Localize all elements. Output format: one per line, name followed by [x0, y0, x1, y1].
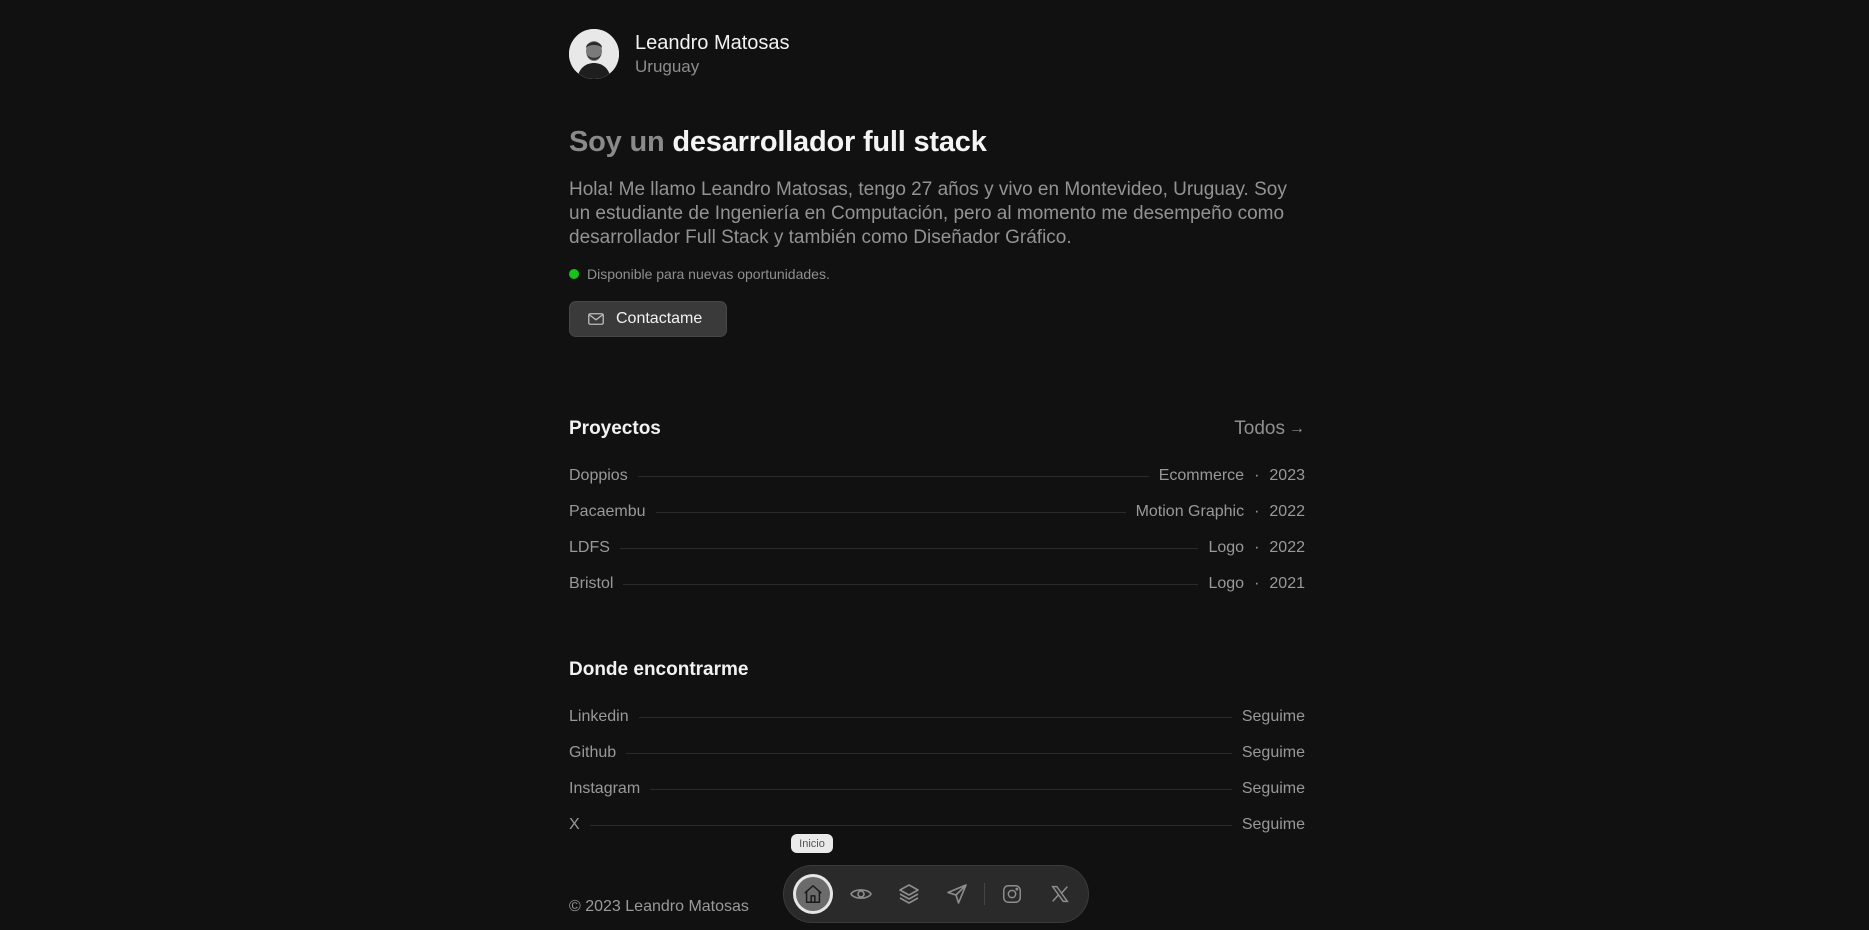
- projects-all-label: Todos: [1234, 418, 1285, 439]
- project-name: Bristol: [569, 575, 614, 592]
- availability-text: Disponible para nuevas oportunidades.: [587, 266, 830, 282]
- dock-nav: [783, 865, 1089, 923]
- divider-line: [626, 752, 1232, 754]
- availability-status: Disponible para nuevas oportunidades.: [569, 266, 830, 282]
- project-row[interactable]: LDFS Logo · 2022: [569, 537, 1305, 559]
- send-icon: [945, 882, 969, 906]
- dock-tooltip: Inicio: [791, 834, 833, 853]
- dock-send-button[interactable]: [937, 874, 977, 914]
- divider-line: [619, 547, 1199, 549]
- follow-link[interactable]: Seguime: [1242, 744, 1305, 762]
- divider-line: [638, 716, 1232, 718]
- projects-all-link[interactable]: Todos →: [1234, 418, 1305, 440]
- divider-line: [637, 475, 1149, 477]
- headline: Soy un desarrollador full stack: [569, 126, 987, 159]
- project-name: LDFS: [569, 539, 610, 556]
- layers-icon: [897, 882, 921, 906]
- social-row-linkedin[interactable]: Linkedin Seguime: [569, 706, 1305, 728]
- divider-line: [650, 788, 1232, 790]
- dock-instagram-button[interactable]: [992, 874, 1032, 914]
- home-icon: [802, 883, 824, 905]
- contact-button-label: Contactame: [616, 310, 703, 327]
- headline-muted: Soy un: [569, 126, 665, 158]
- profile-name: Leandro Matosas: [635, 31, 790, 54]
- instagram-icon: [1001, 883, 1023, 905]
- follow-link[interactable]: Seguime: [1242, 708, 1305, 726]
- project-name: Doppios: [569, 467, 628, 484]
- projects-title: Proyectos: [569, 418, 661, 439]
- contact-button[interactable]: Contactame: [569, 301, 727, 337]
- social-row-github[interactable]: Github Seguime: [569, 742, 1305, 764]
- dock-layers-button[interactable]: [889, 874, 929, 914]
- dock-divider: [984, 883, 985, 905]
- divider-line: [589, 824, 1232, 826]
- mail-icon: [588, 313, 604, 325]
- status-dot-icon: [569, 269, 579, 279]
- dock-home-button[interactable]: [793, 874, 833, 914]
- project-year: 2021: [1269, 575, 1305, 592]
- divider-line: [623, 583, 1199, 585]
- x-icon: [1049, 883, 1071, 905]
- project-category: Ecommerce: [1158, 467, 1245, 484]
- social-row-x[interactable]: X Seguime: [569, 814, 1305, 836]
- avatar: [569, 29, 619, 79]
- social-name: Github: [569, 744, 617, 761]
- project-year: 2023: [1269, 467, 1305, 484]
- divider-line: [655, 511, 1126, 513]
- socials-title: Donde encontrarme: [569, 659, 749, 680]
- intro-paragraph: Hola! Me llamo Leandro Matosas, tengo 27…: [569, 179, 1287, 248]
- footer-copyright: © 2023 Leandro Matosas: [569, 898, 749, 915]
- follow-link[interactable]: Seguime: [1242, 780, 1305, 798]
- project-row[interactable]: Pacaembu Motion Graphic · 2022: [569, 501, 1305, 523]
- profile-country: Uruguay: [635, 56, 700, 76]
- arrow-right-icon: →: [1289, 420, 1305, 437]
- dock-x-button[interactable]: [1040, 874, 1080, 914]
- project-name: Pacaembu: [569, 503, 646, 520]
- project-year: 2022: [1269, 539, 1305, 556]
- project-category: Logo: [1208, 539, 1245, 556]
- project-category: Motion Graphic: [1135, 503, 1245, 520]
- project-row[interactable]: Doppios Ecommerce · 2023: [569, 465, 1305, 487]
- project-row[interactable]: Bristol Logo · 2021: [569, 573, 1305, 595]
- social-name: Instagram: [569, 780, 641, 797]
- profile-header: Leandro Matosas Uruguay: [569, 29, 790, 79]
- project-year: 2022: [1269, 503, 1305, 520]
- dock-eye-button[interactable]: [841, 874, 881, 914]
- headline-strong: desarrollador full stack: [672, 126, 987, 158]
- social-name: Linkedin: [569, 708, 629, 725]
- follow-link[interactable]: Seguime: [1242, 816, 1305, 834]
- social-name: X: [569, 816, 580, 833]
- project-category: Logo: [1208, 575, 1245, 592]
- social-row-instagram[interactable]: Instagram Seguime: [569, 778, 1305, 800]
- eye-icon: [849, 882, 873, 906]
